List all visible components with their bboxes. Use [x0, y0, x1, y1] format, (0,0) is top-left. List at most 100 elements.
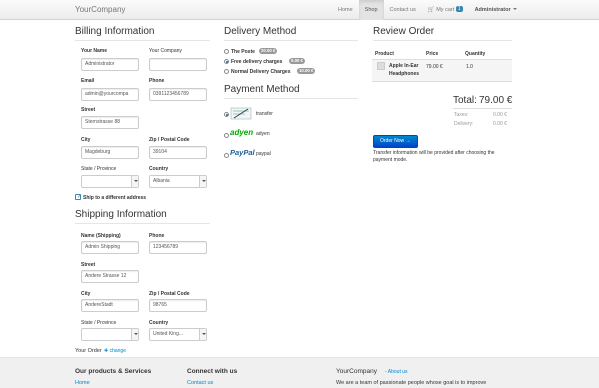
footer-home-link[interactable]: Home: [75, 380, 90, 386]
ship-name-label: Name (Shipping): [81, 233, 121, 239]
wire-transfer-logo: [230, 106, 252, 121]
billing-title: Billing Information: [75, 26, 155, 37]
delivery-price-badge: 20.00 €: [259, 48, 278, 54]
state-label: State / Province: [81, 166, 117, 172]
your-order-label: Your Order: [75, 348, 102, 354]
item-price: 79.00 €: [426, 64, 443, 70]
city-input[interactable]: Magdeburg: [81, 146, 139, 159]
order-now-button[interactable]: Order Now →: [373, 135, 418, 148]
delivery-price-badge: 10.00 €: [297, 68, 316, 74]
taxes-label: Taxes:: [454, 112, 469, 118]
name-input[interactable]: Administrator: [81, 58, 139, 71]
country-select-value: Albania: [153, 178, 170, 184]
payment-label-paypal: paypal: [256, 151, 271, 157]
divider: [453, 108, 512, 109]
divider: [224, 98, 358, 99]
ship-city-label: City: [81, 291, 91, 297]
email-input[interactable]: admin@yourcompa: [81, 88, 139, 101]
change-order-text: change: [109, 348, 126, 354]
ship-street-input[interactable]: Andere Strasse 12: [81, 270, 139, 283]
company-label: Your Company: [149, 48, 182, 54]
change-order-link[interactable]: ✚ change: [104, 348, 126, 354]
footer-company-title: YourCompany: [336, 368, 377, 375]
taxes-value: 0.00 €: [493, 112, 507, 118]
cart-icon: 🛒: [427, 7, 435, 13]
cart-count-badge: 1: [455, 6, 463, 12]
payment-title: Payment Method: [224, 84, 300, 95]
brand-logo[interactable]: YourCompany: [75, 5, 125, 14]
divider: [75, 223, 210, 224]
chevron-down-icon: [199, 176, 206, 187]
delivery-label-free: Free delivery charges: [231, 59, 283, 65]
name-label: Your Name: [81, 48, 108, 54]
shipping-title: Shipping Information: [75, 209, 167, 220]
delivery-price-badge: 0.00 €: [289, 58, 305, 64]
delivery-label-normal: Normal Delivery Charges: [231, 69, 291, 75]
nav-shop[interactable]: Shop: [358, 0, 384, 20]
delivery-cost-value: 0.00 €: [493, 121, 507, 127]
delivery-title: Delivery Method: [224, 26, 297, 37]
paypal-logo: PayPal: [230, 148, 255, 157]
delivery-radio-poste[interactable]: [224, 49, 229, 54]
state-select[interactable]: [81, 175, 139, 188]
phone-input[interactable]: 0391123456789: [149, 88, 207, 101]
delivery-radio-normal[interactable]: [224, 69, 229, 74]
chevron-down-icon: [512, 8, 517, 10]
ship-state-select[interactable]: [81, 328, 139, 341]
check-icon: ✓: [77, 194, 82, 200]
ship-name-input[interactable]: Admin Shipping: [81, 241, 139, 254]
ship-street-label: Street: [81, 262, 96, 268]
col-price: Price: [426, 51, 439, 57]
chevron-down-icon: [199, 329, 206, 340]
delivery-radio-free[interactable]: [224, 59, 229, 64]
country-select[interactable]: Albania: [149, 175, 207, 188]
ship-state-label: State / Province: [81, 320, 117, 326]
top-navbar: YourCompany Home Shop Contact us 🛒 My ca…: [0, 0, 599, 20]
payment-info-line1: Transfer information will be provided af…: [373, 150, 495, 156]
email-label: Email: [81, 78, 95, 84]
ship-city-input[interactable]: AndereStadt: [81, 299, 139, 312]
payment-info-line2: payment mode.: [373, 157, 408, 163]
item-name-line2[interactable]: Headphones: [389, 71, 419, 77]
chevron-down-icon: [131, 329, 138, 340]
payment-label-adyen: adyen: [256, 131, 270, 137]
payment-radio-paypal[interactable]: [224, 153, 229, 158]
col-quantity: Quantity: [465, 51, 486, 57]
ship-country-label: Country: [149, 320, 169, 326]
adyen-logo: adyen: [230, 128, 254, 137]
city-label: City: [81, 137, 91, 143]
main-nav: Home Shop Contact us 🛒 My cart 1 Adminis…: [332, 0, 523, 20]
payment-radio-transfer[interactable]: [224, 112, 229, 117]
phone-label: Phone: [149, 78, 165, 84]
total-value: 79.00 €: [479, 95, 513, 106]
nav-contact[interactable]: Contact us: [384, 0, 422, 20]
ship-zip-label: Zip / Postal Code: [149, 291, 190, 297]
item-quantity: 1.0: [466, 64, 473, 70]
plus-icon: ✚: [104, 348, 109, 354]
nav-cart[interactable]: 🛒 My cart 1: [422, 0, 469, 20]
ship-phone-input[interactable]: 123456789: [149, 241, 207, 254]
country-label: Country: [149, 166, 169, 172]
cart-label: My cart: [436, 7, 455, 13]
ship-different-checkbox[interactable]: ✓: [75, 194, 81, 200]
street-input[interactable]: Sternstrasse 88: [81, 116, 139, 129]
footer-about-link[interactable]: - About us: [385, 369, 408, 375]
ship-country-select-value: United King...: [153, 331, 184, 337]
footer-products-title: Our products & Services: [75, 368, 152, 375]
col-product: Product: [375, 51, 394, 57]
street-label: Street: [81, 107, 96, 113]
zip-input[interactable]: 39104: [149, 146, 207, 159]
total-label: Total:: [453, 95, 477, 106]
footer-contact-link[interactable]: Contact us: [187, 380, 213, 386]
delivery-cost-label: Delivery:: [454, 121, 474, 127]
item-name-line1[interactable]: Apple In-Ear: [389, 63, 418, 69]
company-input[interactable]: [149, 58, 207, 71]
nav-home[interactable]: Home: [332, 0, 359, 20]
ship-different-label: Ship to a different address: [83, 195, 147, 201]
chevron-down-icon: [131, 176, 138, 187]
ship-country-select[interactable]: United King...: [149, 328, 207, 341]
user-menu[interactable]: Administrator: [469, 0, 523, 20]
payment-radio-adyen[interactable]: [224, 133, 229, 138]
divider: [224, 40, 358, 41]
ship-zip-input[interactable]: 98765: [149, 299, 207, 312]
